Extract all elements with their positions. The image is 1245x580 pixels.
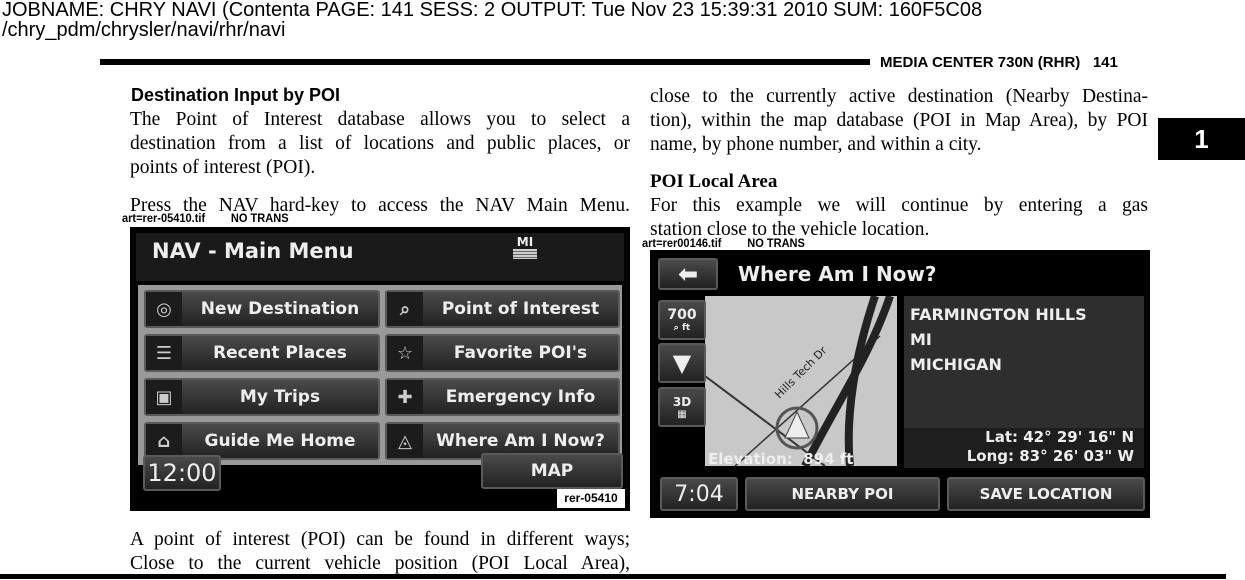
nav-main-menu-screenshot: NAV - Main Menu MI ◎ New Destination ⌕ Poi…: [130, 227, 630, 511]
back-arrow-button[interactable]: ⬅: [658, 258, 718, 290]
target-icon: ◎: [146, 292, 182, 326]
section-heading: Destination Input by POI: [131, 85, 341, 105]
job-header-line2: /chry_pdm/chrysler/navi/rhr/navi: [2, 19, 286, 41]
state: MI: [910, 330, 932, 349]
3d-view-button[interactable]: 3D ▦: [658, 387, 706, 427]
art-id-label: rer-05410: [557, 489, 625, 508]
city: FARMINGTON HILLS: [910, 305, 1087, 324]
state-flag-icon: MI: [513, 235, 537, 259]
save-location-button[interactable]: SAVE LOCATION: [947, 477, 1145, 511]
caption-file: art=rer-05410.tif: [122, 211, 206, 225]
caption-note: NO TRANS: [747, 236, 805, 250]
clock: 7:04: [660, 477, 738, 511]
list-icon: ☰: [146, 336, 182, 370]
arrow-left-icon: ⬅: [677, 260, 699, 288]
point-of-interest-button[interactable]: ⌕ Point of Interest: [385, 290, 620, 328]
state-full: MICHIGAN: [910, 355, 1002, 374]
zoom-scale-button[interactable]: 700 ⌕ ft: [658, 300, 706, 340]
star-icon: ☆: [387, 336, 423, 370]
paragraph-line: For this example we will continue by ent…: [650, 195, 1148, 216]
poi-search-icon: ⌕: [387, 292, 423, 326]
figure-caption: art=rer00146.tif NO TRANS: [642, 236, 831, 250]
suitcase-icon: ▣: [146, 380, 182, 414]
caption-note: NO TRANS: [230, 211, 289, 225]
figure-caption: art=rer-05410.tif NO TRANS: [122, 211, 314, 225]
paragraph-line: destination from a list of locations and…: [130, 133, 630, 154]
caption-file: art=rer00146.tif: [642, 236, 722, 250]
where-am-i-now-screenshot: ⬅ Where Am I Now? Hills Tech Dr 700 ⌕ ft …: [650, 250, 1150, 518]
new-destination-button[interactable]: ◎ New Destination: [144, 290, 380, 328]
recent-places-button[interactable]: ☰ Recent Places: [144, 334, 380, 372]
compass-down-icon: ▼: [672, 349, 692, 377]
map-view[interactable]: Hills Tech Dr: [705, 296, 897, 466]
my-trips-button[interactable]: ▣ My Trips: [144, 378, 380, 416]
location-arrow-icon: ◬: [387, 424, 423, 458]
job-header-line1: JOBNAME: CHRY NAVI (Contenta PAGE: 141 S…: [2, 0, 983, 21]
running-head-title: MEDIA CENTER 730N (RHR): [880, 54, 1081, 71]
screen-title: NAV - Main Menu: [152, 239, 354, 263]
header-rule: [100, 59, 870, 65]
chapter-tab: 1: [1158, 118, 1245, 160]
paragraph-line: A point of interest (POI) can be found i…: [130, 529, 630, 550]
subsection-heading: POI Local Area: [650, 171, 778, 192]
running-head: MEDIA CENTER 730N (RHR) 141: [880, 54, 1118, 71]
screen-title: Where Am I Now?: [738, 262, 937, 286]
cross-icon: ✚: [387, 380, 423, 414]
longitude: Long: 83° 26' 03" W: [966, 447, 1134, 465]
map-button[interactable]: MAP: [481, 453, 623, 489]
paragraph-line: The Point of Interest database allows yo…: [130, 109, 630, 130]
favorite-pois-button[interactable]: ☆ Favorite POI's: [385, 334, 620, 372]
paragraph-line: name, by phone number, and within a city…: [650, 134, 982, 155]
zoom-icon: ⌕: [673, 323, 679, 333]
paragraph-line: close to the currently active destinatio…: [650, 86, 1148, 107]
grid-icon: ▦: [677, 408, 687, 420]
page-number: 141: [1092, 54, 1118, 71]
paragraph-line: points of interest (POI).: [130, 157, 316, 178]
footer-rule: [0, 574, 1226, 579]
nearby-poi-button[interactable]: NEARBY POI: [745, 477, 940, 511]
elevation: Elevation: 894 ft: [708, 450, 854, 468]
paragraph-line: tion), within the map database (POI in M…: [650, 110, 1148, 131]
emergency-info-button[interactable]: ✚ Emergency Info: [385, 378, 620, 416]
paragraph-line: Close to the current vehicle position (P…: [130, 553, 630, 574]
latitude: Lat: 42° 29' 16" N: [985, 428, 1134, 446]
home-icon: ⌂: [146, 424, 182, 458]
heading-orientation-button[interactable]: ▼: [658, 343, 706, 383]
clock: 12:00: [143, 455, 221, 491]
